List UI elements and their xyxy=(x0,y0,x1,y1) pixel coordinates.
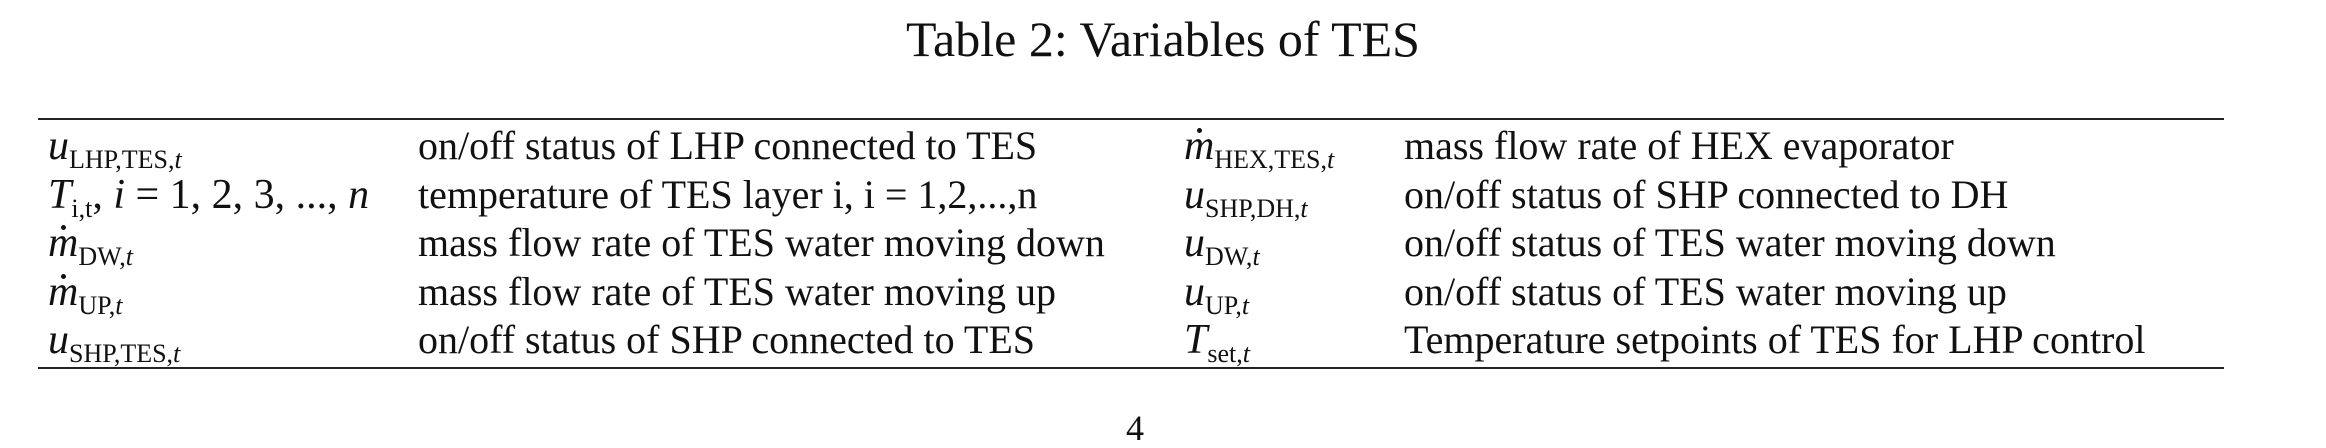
symbol-t-set: Tset,t xyxy=(1184,317,1250,369)
symbol-mdot-hex-tes: mHEX,TES,t xyxy=(1184,123,1335,174)
symbol-u-lhp-tes: uLHP,TES,t xyxy=(48,123,182,174)
description-t-layer: temperature of TES layer i, i = 1,2,...,… xyxy=(418,171,1038,217)
description-u-up: on/off status of TES water moving up xyxy=(1404,268,2007,314)
description-mdot-dw: mass flow rate of TES water moving down xyxy=(418,220,1105,266)
description-u-shp-tes: on/off status of SHP connected to TES xyxy=(418,317,1035,363)
description-u-dw: on/off status of TES water moving down xyxy=(1404,220,2056,266)
description-mdot-up: mass flow rate of TES water moving up xyxy=(418,268,1057,314)
table-row: mUP,t mass flow rate of TES water moving… xyxy=(38,268,2224,320)
symbol-mdot-up: mUP,t xyxy=(48,268,123,320)
page-number: 4 xyxy=(1126,408,1144,448)
description-t-set: Temperature setpoints of TES for LHP con… xyxy=(1404,317,2146,363)
table-row: uSHP,TES,t on/off status of SHP connecte… xyxy=(38,316,2224,369)
variables-table: uLHP,TES,t on/off status of LHP connecte… xyxy=(38,118,2224,369)
description-u-lhp-tes: on/off status of LHP connected to TES xyxy=(418,123,1038,168)
symbol-mdot-dw: mDW,t xyxy=(48,220,134,272)
table-row: Ti,t, i = 1, 2, 3, ..., n temperature of… xyxy=(38,171,2224,223)
symbol-u-up: uUP,t xyxy=(1184,268,1250,320)
description-u-shp-dh: on/off status of SHP connected to DH xyxy=(1404,171,2009,217)
table-caption: Table 2: Variables of TES xyxy=(906,11,1420,67)
symbol-u-dw: uDW,t xyxy=(1184,220,1260,272)
description-mdot-hex-tes: mass flow rate of HEX evaporator xyxy=(1404,123,1954,168)
table-row: uLHP,TES,t on/off status of LHP connecte… xyxy=(38,122,2224,174)
symbol-t-layer: Ti,t, i = 1, 2, 3, ..., n xyxy=(48,171,370,223)
symbol-u-shp-dh: uSHP,DH,t xyxy=(1184,171,1308,223)
table-row: mDW,t mass flow rate of TES water moving… xyxy=(38,219,2224,272)
symbol-u-shp-tes: uSHP,TES,t xyxy=(48,317,181,369)
